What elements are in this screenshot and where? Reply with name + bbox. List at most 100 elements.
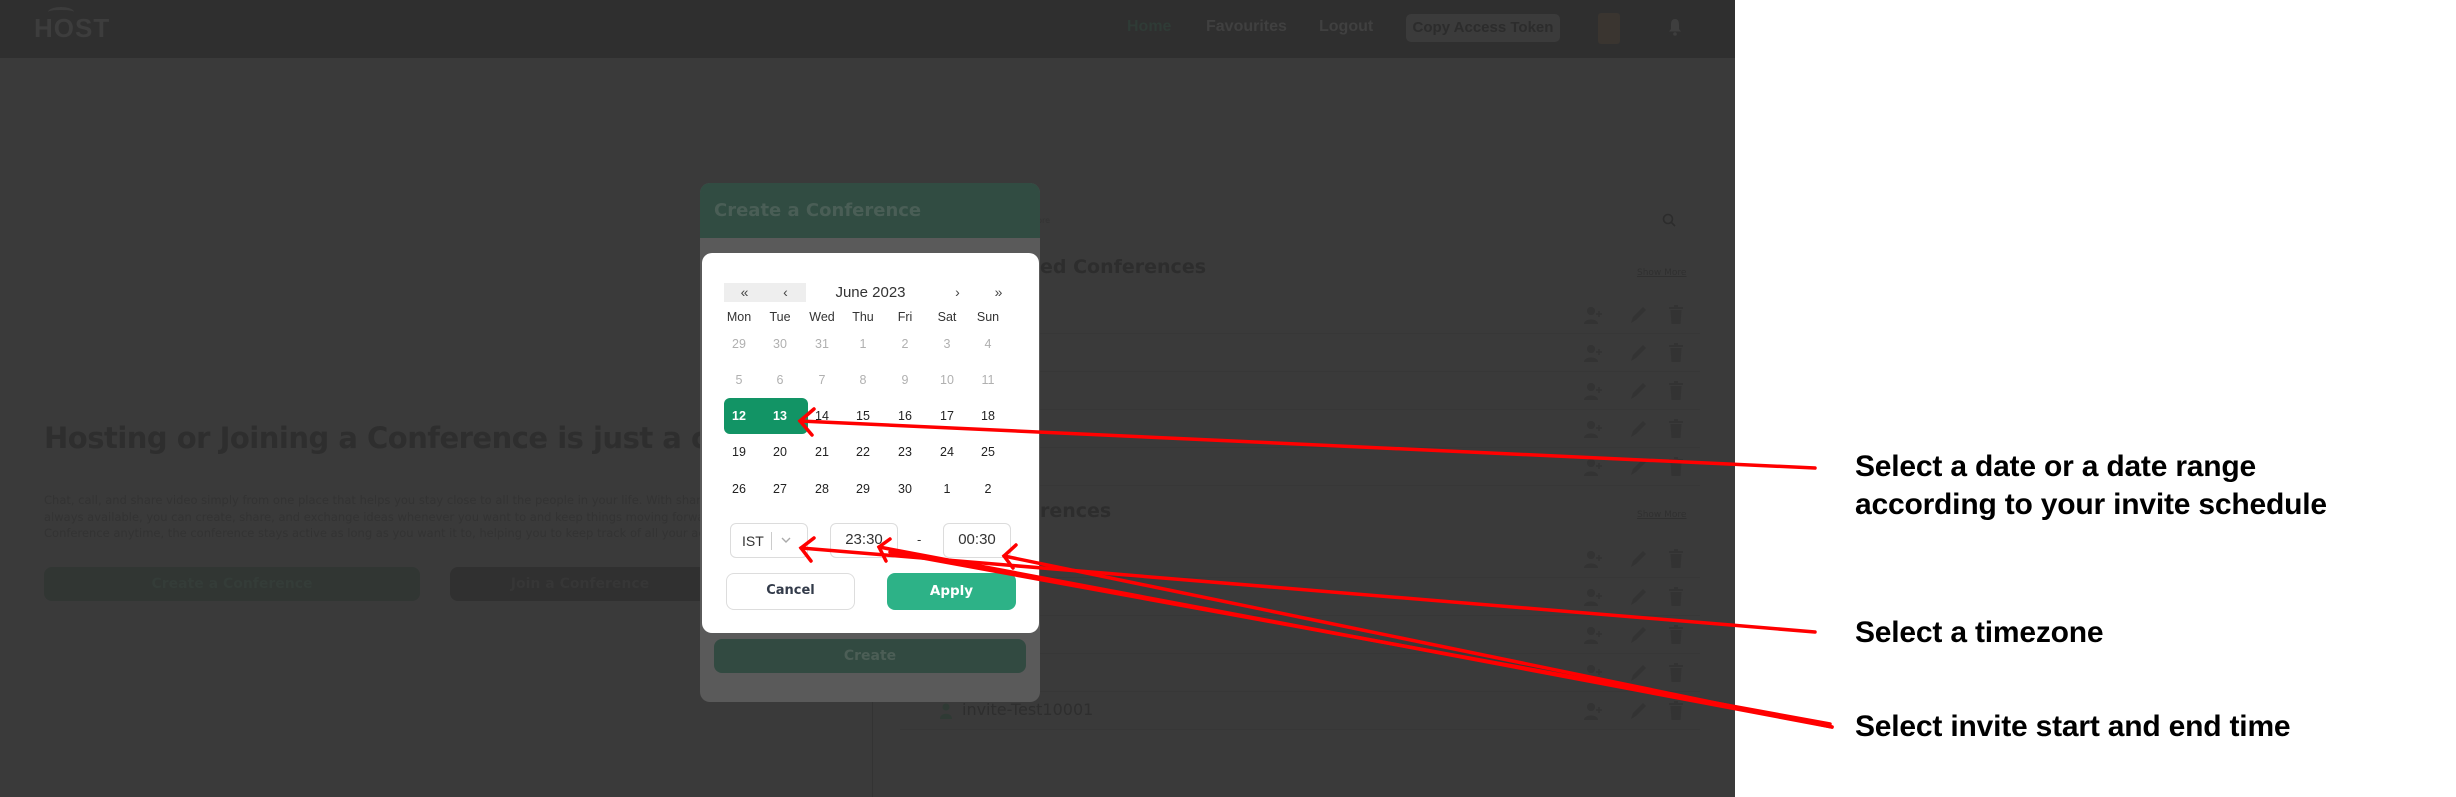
day-cell[interactable]: 1 — [926, 471, 968, 507]
create-conference-button[interactable]: Create a Conference — [44, 567, 420, 601]
edit-icon[interactable] — [1628, 418, 1648, 440]
annotation-timezone: Select a timezone — [1855, 614, 2104, 652]
start-time-input[interactable]: 23:30 — [830, 523, 898, 558]
section-title: ed Conferences — [1040, 256, 1207, 278]
bell-icon[interactable] — [1668, 18, 1682, 36]
day-cell[interactable]: 20 — [759, 434, 801, 470]
cancel-button[interactable]: Cancel — [726, 573, 855, 610]
delete-icon[interactable] — [1668, 662, 1684, 684]
day-cell: 13 — [773, 409, 787, 423]
add-user-icon[interactable] — [1583, 586, 1605, 608]
add-user-icon[interactable] — [1583, 304, 1605, 326]
show-more-link[interactable]: Show More — [1637, 510, 1686, 520]
day-cell[interactable]: 24 — [926, 434, 968, 470]
nav-logout[interactable]: Logout — [1319, 18, 1373, 36]
end-time-input[interactable]: 00:30 — [943, 523, 1011, 558]
timezone-select[interactable]: IST — [730, 523, 808, 558]
delete-icon[interactable] — [1668, 700, 1684, 722]
day-cell[interactable]: 15 — [842, 398, 884, 434]
day-cell[interactable]: 26 — [718, 471, 760, 507]
apply-button[interactable]: Apply — [887, 573, 1016, 610]
modal-title: Create a Conference — [714, 200, 922, 221]
day-cell: 6 — [776, 373, 784, 387]
day-cell: 29 — [732, 337, 746, 351]
modal-header: Create a Conference — [700, 183, 1040, 238]
edit-icon[interactable] — [1628, 304, 1648, 326]
add-user-icon[interactable] — [1583, 700, 1605, 722]
chevron-down-icon[interactable] — [780, 534, 792, 546]
day-cell[interactable]: 2 — [967, 471, 1009, 507]
day-cell[interactable]: 23 — [884, 434, 926, 470]
avatar[interactable] — [1598, 13, 1620, 44]
day-cell[interactable]: 21 — [801, 434, 843, 470]
next-year-button[interactable]: » — [978, 283, 1019, 302]
day-cell[interactable]: 19 — [718, 434, 760, 470]
annotation-line: Select invite start and end time — [1855, 710, 2291, 743]
delete-icon[interactable] — [1668, 418, 1684, 440]
join-conference-button[interactable]: Join a Conference — [450, 567, 710, 601]
delete-icon[interactable] — [1668, 548, 1684, 570]
delete-icon[interactable] — [1668, 586, 1684, 608]
hero-title: Hosting or Joining a Conference is just … — [44, 421, 763, 455]
annotation-time: Select invite start and end time — [1855, 708, 2291, 746]
weekday-header: Wed — [809, 310, 835, 324]
day-cell: 11 — [981, 373, 995, 387]
day-cell[interactable]: 14 — [801, 398, 843, 434]
day-cell[interactable]: 27 — [759, 471, 801, 507]
day-cell[interactable]: 30 — [884, 471, 926, 507]
day-cell[interactable]: 25 — [967, 434, 1009, 470]
row-actions — [1583, 624, 1693, 646]
add-user-icon[interactable] — [1583, 418, 1605, 440]
row-actions — [1583, 662, 1693, 684]
next-month-button[interactable]: › — [937, 283, 978, 302]
add-user-icon[interactable] — [1583, 548, 1605, 570]
day-cell[interactable]: 28 — [801, 471, 843, 507]
delete-icon[interactable] — [1668, 342, 1684, 364]
host-logo[interactable]: HOST — [34, 7, 109, 43]
section-title: rences — [1040, 500, 1112, 522]
add-user-icon[interactable] — [1583, 380, 1605, 402]
nav-favourites[interactable]: Favourites — [1206, 18, 1287, 36]
day-cell[interactable]: 17 — [926, 398, 968, 434]
weekday-header: Fri — [897, 310, 913, 324]
edit-icon[interactable] — [1628, 456, 1648, 478]
day-cell: 8 — [859, 373, 867, 387]
add-user-icon[interactable] — [1583, 624, 1605, 646]
edit-icon[interactable] — [1628, 662, 1648, 684]
search-icon[interactable] — [1662, 213, 1676, 227]
day-cell[interactable]: 16 — [884, 398, 926, 434]
show-more-link[interactable]: Show More — [1637, 268, 1686, 278]
day-cell[interactable]: 18 — [967, 398, 1009, 434]
edit-icon[interactable] — [1628, 548, 1648, 570]
edit-icon[interactable] — [1628, 700, 1648, 722]
edit-icon[interactable] — [1628, 342, 1648, 364]
day-cell: 1 — [859, 337, 867, 351]
edit-icon[interactable] — [1628, 586, 1648, 608]
annotation-line: Select a date or a date range — [1855, 450, 2257, 483]
delete-icon[interactable] — [1668, 624, 1684, 646]
edit-icon[interactable] — [1628, 380, 1648, 402]
delete-icon[interactable] — [1668, 380, 1684, 402]
add-user-icon[interactable] — [1583, 342, 1605, 364]
hero-line: Conference anytime, the conference stays… — [44, 526, 744, 540]
delete-icon[interactable] — [1668, 456, 1684, 478]
weekday-header: Mon — [726, 310, 752, 324]
modal-create-button[interactable]: Create — [714, 639, 1026, 673]
annotation-line: according to your invite schedule — [1855, 488, 2327, 521]
copy-access-token-button[interactable]: Copy Access Token — [1406, 14, 1560, 42]
day-cell: 5 — [735, 373, 743, 387]
day-cell: 12 — [732, 409, 746, 423]
date-range-picker: « ‹ June 2023 › » Mon Tue Wed Thu Fri Sat Sun … — [702, 253, 1039, 633]
add-user-icon[interactable] — [1583, 456, 1605, 478]
person-icon — [940, 703, 952, 719]
day-cell[interactable]: 29 — [842, 471, 884, 507]
conference-name: invite-Test10001 — [962, 700, 1094, 719]
nav-home[interactable]: Home — [1127, 18, 1171, 36]
annotation-date-range: Select a date or a date range according … — [1855, 448, 2327, 524]
select-separator — [771, 532, 772, 550]
add-user-icon[interactable] — [1583, 662, 1605, 684]
edit-icon[interactable] — [1628, 624, 1648, 646]
delete-icon[interactable] — [1668, 304, 1684, 326]
row-actions — [1583, 586, 1693, 608]
day-cell[interactable]: 22 — [842, 434, 884, 470]
